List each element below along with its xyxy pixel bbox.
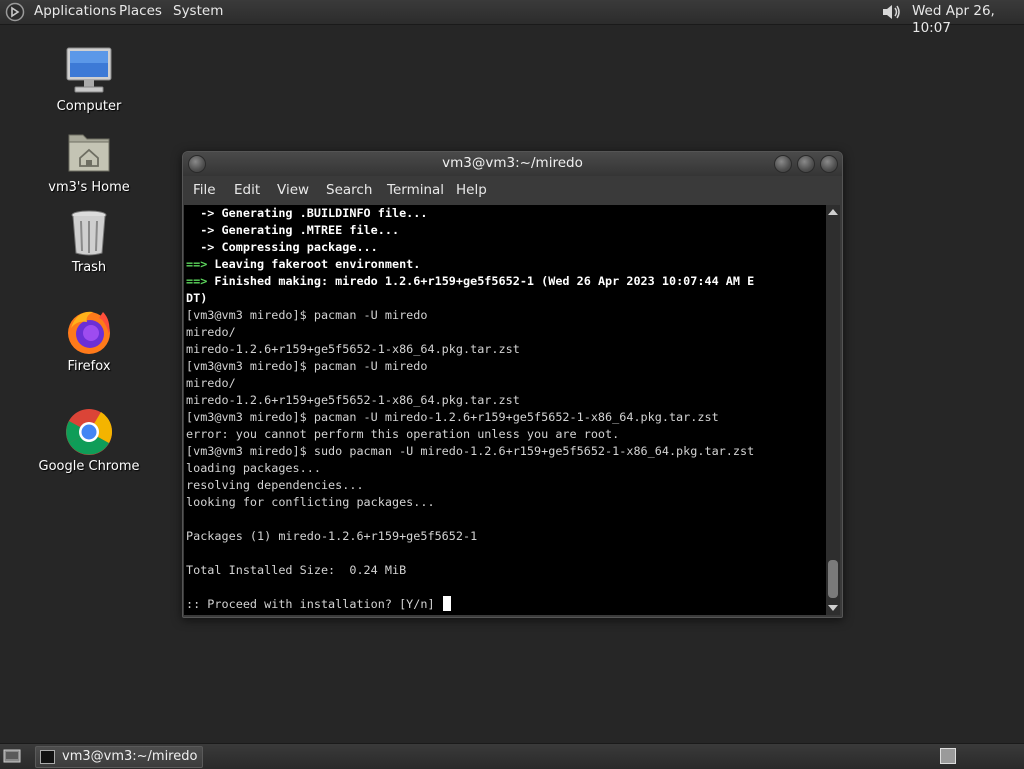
desktop-icon-chrome[interactable]: Google Chrome <box>34 406 144 474</box>
terminal-line: -> Generating .BUILDINFO file... <box>186 205 826 222</box>
menu-terminal[interactable]: Terminal <box>387 182 444 199</box>
terminal-line: miredo-1.2.6+r159+ge5f5652-1-x86_64.pkg.… <box>186 341 826 358</box>
terminal-line: [vm3@vm3 miredo]$ pacman -U miredo-1.2.6… <box>186 409 826 426</box>
bottom-panel: vm3@vm3:~/miredo <box>0 743 1024 769</box>
menu-help[interactable]: Help <box>456 182 487 199</box>
line-text: DT) <box>186 291 208 305</box>
terminal-output[interactable]: -> Generating .BUILDINFO file... -> Gene… <box>184 205 826 615</box>
taskbar-terminal-button[interactable]: vm3@vm3:~/miredo <box>35 746 203 768</box>
line-text: [vm3@vm3 miredo]$ pacman -U miredo <box>186 308 428 322</box>
desktop-icon-trash[interactable]: Trash <box>34 207 144 275</box>
text-cursor <box>442 596 451 611</box>
arrow-prefix: ==> <box>186 274 208 288</box>
desktop-icon-home[interactable]: vm3's Home <box>34 127 144 195</box>
close-button[interactable] <box>820 155 838 173</box>
terminal-line: -> Compressing package... <box>186 239 826 256</box>
terminal-line: DT) <box>186 290 826 307</box>
line-text: resolving dependencies... <box>186 478 364 492</box>
chrome-icon <box>66 409 113 455</box>
desktop-icon-label: Trash <box>71 260 107 275</box>
line-text: -> Generating .MTREE file... <box>186 223 400 237</box>
line-text: Leaving fakeroot environment. <box>207 257 421 271</box>
scroll-down-arrow-icon[interactable] <box>828 605 838 611</box>
terminal-scrollbar[interactable] <box>826 205 840 615</box>
terminal-line: :: Proceed with installation? [Y/n] <box>186 596 826 613</box>
terminal-line: miredo/ <box>186 324 826 341</box>
terminal-line: loading packages... <box>186 460 826 477</box>
line-text: loading packages... <box>186 461 321 475</box>
line-text: looking for conflicting packages... <box>186 495 435 509</box>
terminal-line: miredo-1.2.6+r159+ge5f5652-1-x86_64.pkg.… <box>186 392 826 409</box>
line-text: miredo/ <box>186 376 236 390</box>
terminal-window[interactable]: vm3@vm3:~/miredo File Edit View Search T… <box>182 151 843 618</box>
terminal-lines: -> Generating .BUILDINFO file... -> Gene… <box>184 205 826 613</box>
terminal-line: -> Generating .MTREE file... <box>186 222 826 239</box>
terminal-line: Total Installed Size: 0.24 MiB <box>186 562 826 579</box>
line-text: -> Compressing package... <box>186 240 378 254</box>
firefox-icon <box>68 311 110 354</box>
desktop-icon-label: Firefox <box>67 359 111 374</box>
desktop-icon-firefox[interactable]: Firefox <box>34 306 144 374</box>
taskbar-label: vm3@vm3:~/miredo <box>62 749 198 764</box>
line-text: [vm3@vm3 miredo]$ sudo pacman -U miredo-… <box>186 444 755 458</box>
line-text: miredo-1.2.6+r159+ge5f5652-1-x86_64.pkg.… <box>186 393 520 407</box>
terminal-line: looking for conflicting packages... <box>186 494 826 511</box>
applications-menu[interactable]: Applications <box>34 3 116 20</box>
clock[interactable]: Wed Apr 26, 10:07 <box>912 3 1024 37</box>
terminal-line: error: you cannot perform this operation… <box>186 426 826 443</box>
top-panel: Applications Places System Wed Apr 26, 1… <box>0 0 1024 36</box>
desktop-icon-label: Computer <box>56 99 122 114</box>
monitor-icon <box>66 47 112 93</box>
maximize-button[interactable] <box>797 155 815 173</box>
desktop-icon-label: Google Chrome <box>38 459 140 474</box>
line-text: -> Generating .BUILDINFO file... <box>186 206 428 220</box>
menu-view[interactable]: View <box>277 182 309 199</box>
line-text: Finished making: miredo 1.2.6+r159+ge5f5… <box>207 274 755 288</box>
line-text: Packages (1) miredo-1.2.6+r159+ge5f5652-… <box>186 529 478 543</box>
scrollbar-thumb[interactable] <box>828 560 838 598</box>
terminal-icon <box>40 750 55 764</box>
gnome-foot-icon[interactable] <box>5 2 25 22</box>
line-text: error: you cannot perform this operation… <box>186 427 620 441</box>
line-text: [vm3@vm3 miredo]$ pacman -U miredo <box>186 359 428 373</box>
desktop-icon-label: vm3's Home <box>48 180 130 195</box>
terminal-line: ==> Finished making: miredo 1.2.6+r159+g… <box>186 273 826 290</box>
minimize-button[interactable] <box>774 155 792 173</box>
desktop-icon-computer[interactable]: Computer <box>34 46 144 114</box>
speaker-icon[interactable] <box>879 1 903 23</box>
places-menu[interactable]: Places <box>119 3 162 20</box>
scroll-up-arrow-icon[interactable] <box>828 209 838 215</box>
terminal-line: ==> Leaving fakeroot environment. <box>186 256 826 273</box>
trash-icon <box>71 210 107 256</box>
home-folder-icon <box>68 134 110 172</box>
menu-search[interactable]: Search <box>326 182 372 199</box>
window-titlebar[interactable]: vm3@vm3:~/miredo <box>183 152 842 176</box>
terminal-line: [vm3@vm3 miredo]$ pacman -U miredo <box>186 307 826 324</box>
terminal-menubar: File Edit View Search Terminal Help <box>183 177 842 204</box>
show-desktop-icon[interactable] <box>3 748 21 764</box>
line-text: Total Installed Size: 0.24 MiB <box>186 563 407 577</box>
line-text: miredo-1.2.6+r159+ge5f5652-1-x86_64.pkg.… <box>186 342 520 356</box>
window-title: vm3@vm3:~/miredo <box>442 155 583 171</box>
arrow-prefix: ==> <box>186 257 208 271</box>
line-text: :: Proceed with installation? [Y/n] <box>186 597 442 611</box>
menu-edit[interactable]: Edit <box>234 182 260 199</box>
terminal-line: Packages (1) miredo-1.2.6+r159+ge5f5652-… <box>186 528 826 545</box>
terminal-line: resolving dependencies... <box>186 477 826 494</box>
terminal-line: [vm3@vm3 miredo]$ sudo pacman -U miredo-… <box>186 443 826 460</box>
menu-file[interactable]: File <box>193 182 216 199</box>
terminal-line: miredo/ <box>186 375 826 392</box>
system-menu[interactable]: System <box>173 3 223 20</box>
workspace-switcher[interactable] <box>940 748 956 764</box>
terminal-line: [vm3@vm3 miredo]$ pacman -U miredo <box>186 358 826 375</box>
line-text: [vm3@vm3 miredo]$ pacman -U miredo-1.2.6… <box>186 410 719 424</box>
line-text: miredo/ <box>186 325 236 339</box>
